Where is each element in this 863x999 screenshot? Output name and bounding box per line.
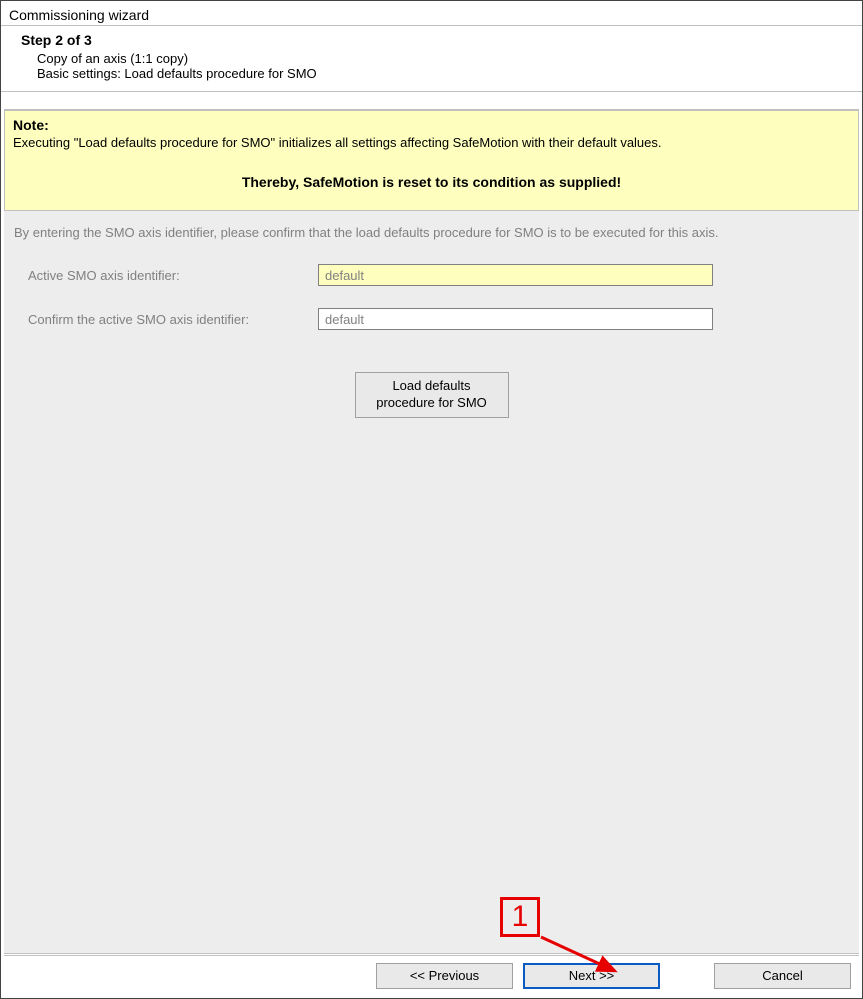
confirm-identifier-field[interactable]: [318, 308, 713, 330]
confirm-identifier-label: Confirm the active SMO axis identifier:: [28, 312, 318, 327]
cancel-button[interactable]: Cancel: [714, 963, 851, 989]
step-indicator: Step 2 of 3: [21, 32, 854, 48]
wizard-footer: << Previous Next >> Cancel: [4, 955, 859, 995]
note-text: Executing "Load defaults procedure for S…: [13, 135, 850, 150]
note-box: Note: Executing "Load defaults procedure…: [4, 110, 859, 211]
note-title: Note:: [13, 117, 850, 133]
wizard-content: Note: Executing "Load defaults procedure…: [4, 109, 859, 954]
note-reset: Thereby, SafeMotion is reset to its cond…: [13, 174, 850, 190]
next-button[interactable]: Next >>: [523, 963, 660, 989]
instruction-text: By entering the SMO axis identifier, ple…: [4, 211, 859, 246]
confirm-identifier-row: Confirm the active SMO axis identifier:: [4, 304, 859, 334]
header-line2: Basic settings: Load defaults procedure …: [37, 66, 854, 81]
window-title: Commissioning wizard: [1, 1, 862, 25]
active-identifier-label: Active SMO axis identifier:: [28, 268, 318, 283]
load-defaults-button[interactable]: Load defaultsprocedure for SMO: [355, 372, 509, 418]
active-identifier-field: [318, 264, 713, 286]
previous-button[interactable]: << Previous: [376, 963, 513, 989]
wizard-header: Step 2 of 3 Copy of an axis (1:1 copy) B…: [1, 25, 862, 92]
active-identifier-row: Active SMO axis identifier:: [4, 260, 859, 290]
header-line1: Copy of an axis (1:1 copy): [37, 51, 854, 66]
